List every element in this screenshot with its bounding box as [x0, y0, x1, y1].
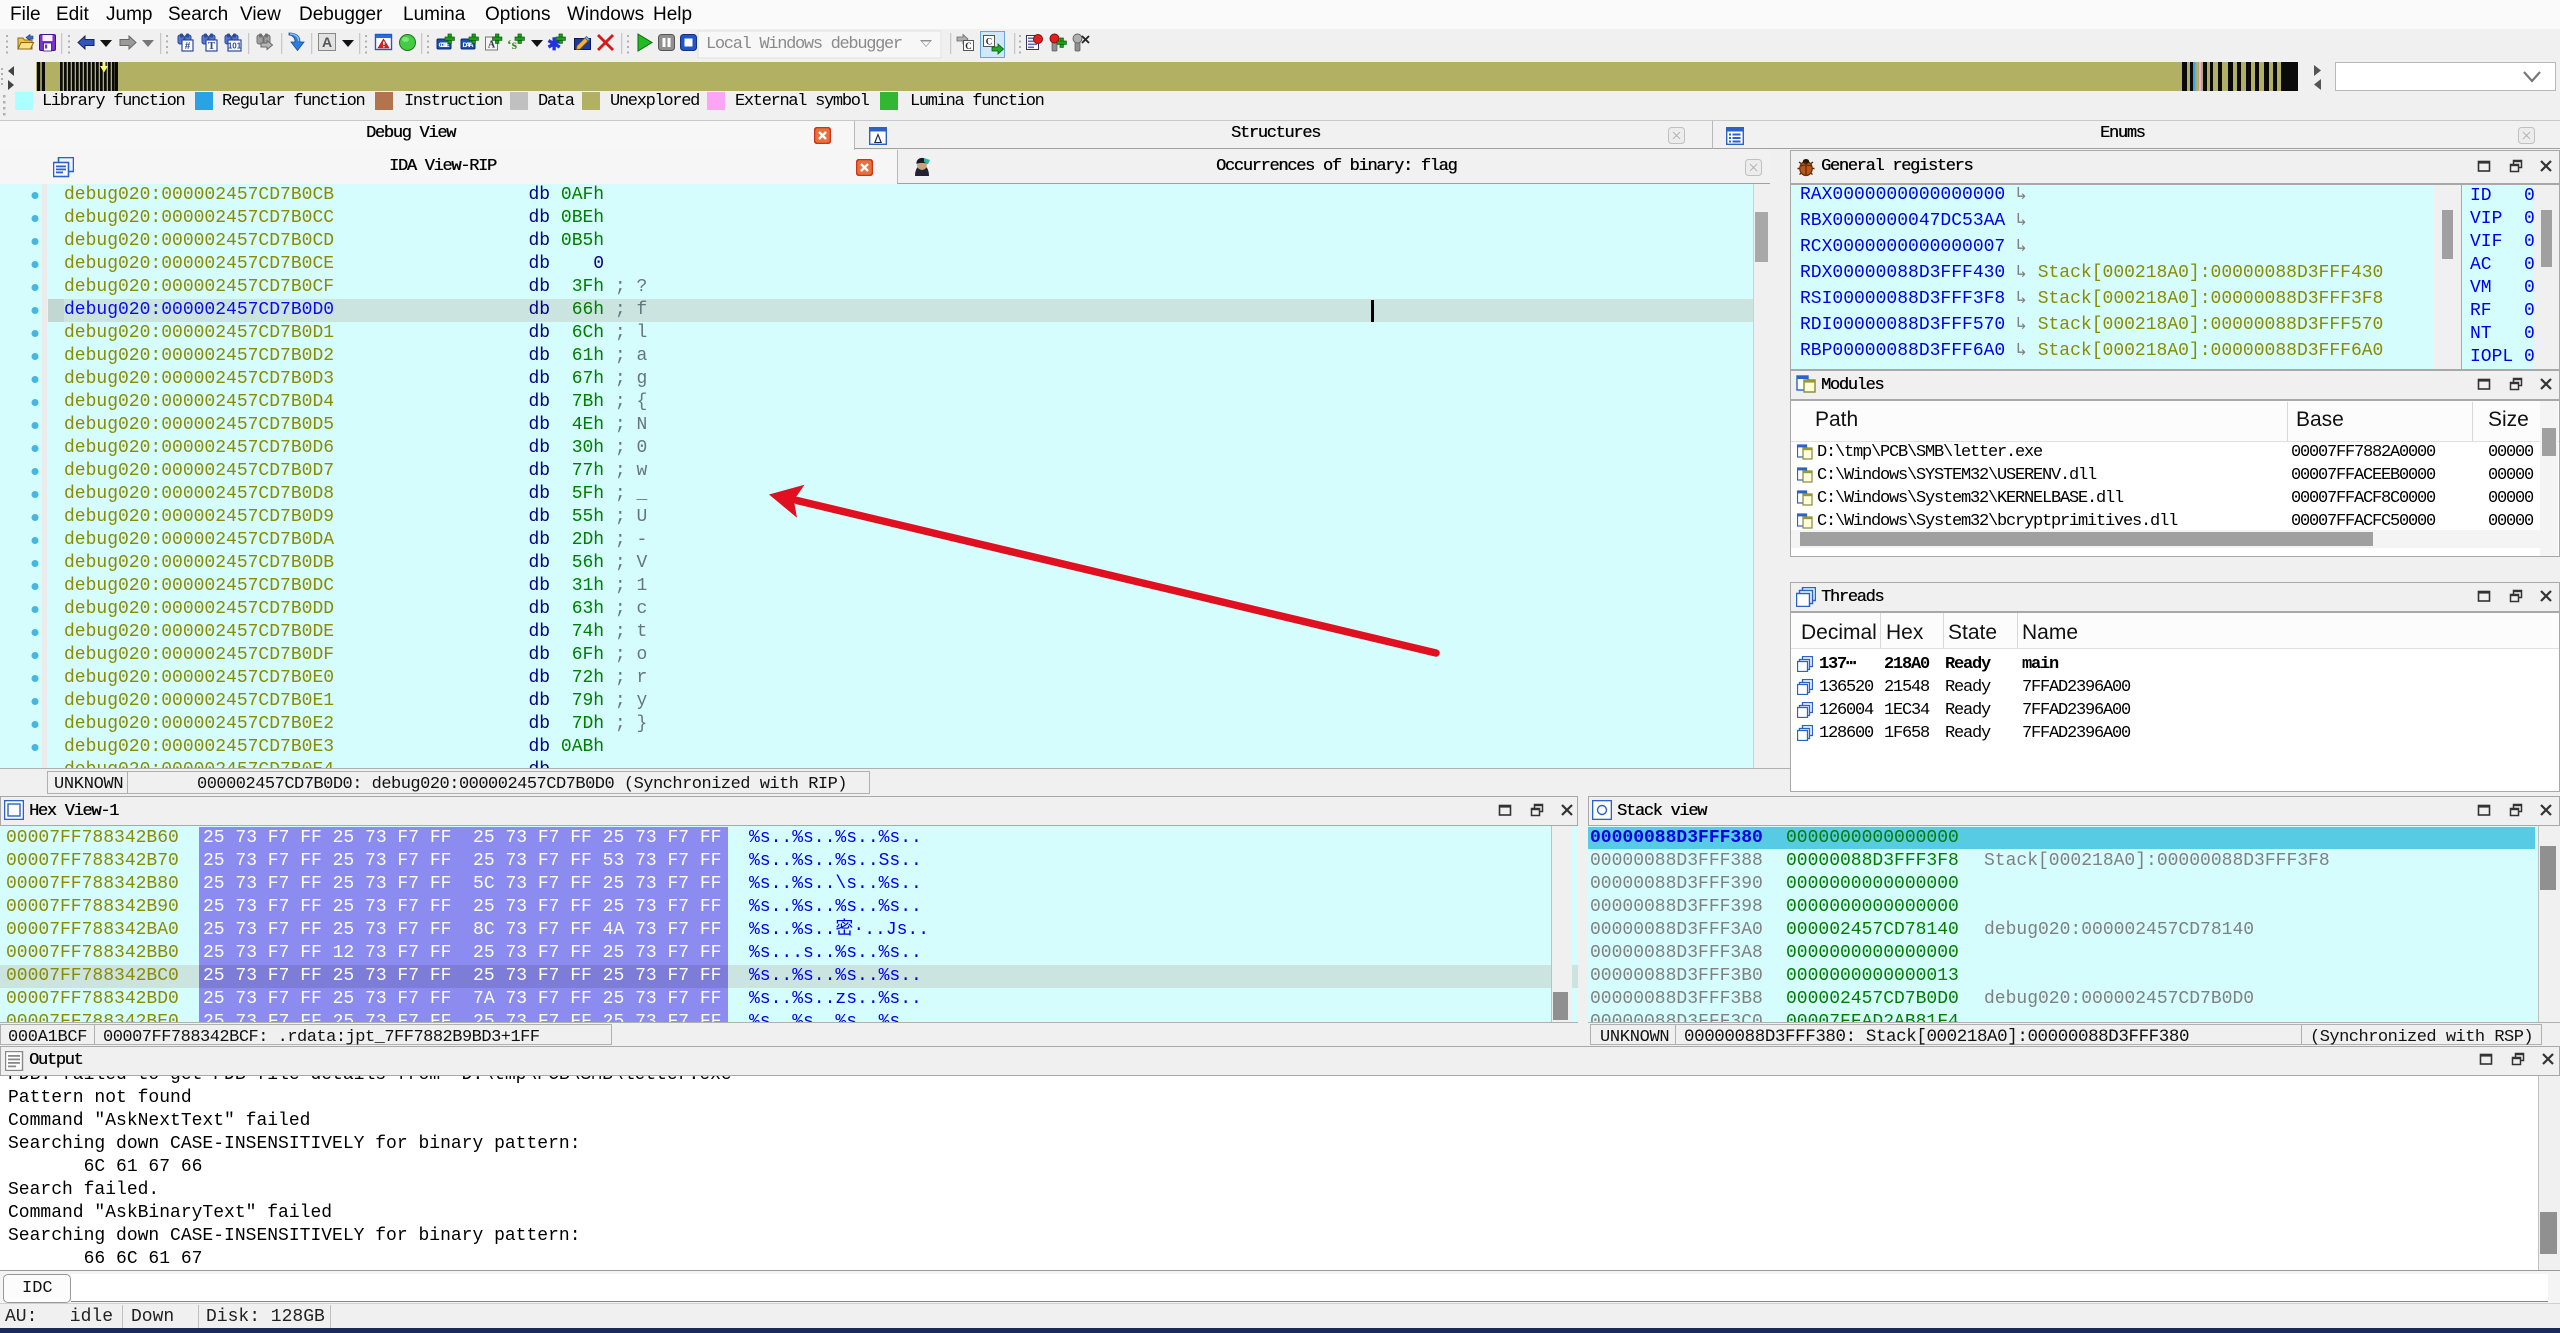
svg-text:A: A — [488, 40, 496, 51]
svg-text:C: C — [965, 41, 972, 51]
svg-text:#: # — [185, 41, 191, 52]
svg-text:A: A — [322, 34, 332, 50]
svg-text:101: 101 — [228, 42, 242, 51]
svg-text:C: C — [986, 37, 993, 47]
svg-text:T: T — [208, 40, 216, 52]
